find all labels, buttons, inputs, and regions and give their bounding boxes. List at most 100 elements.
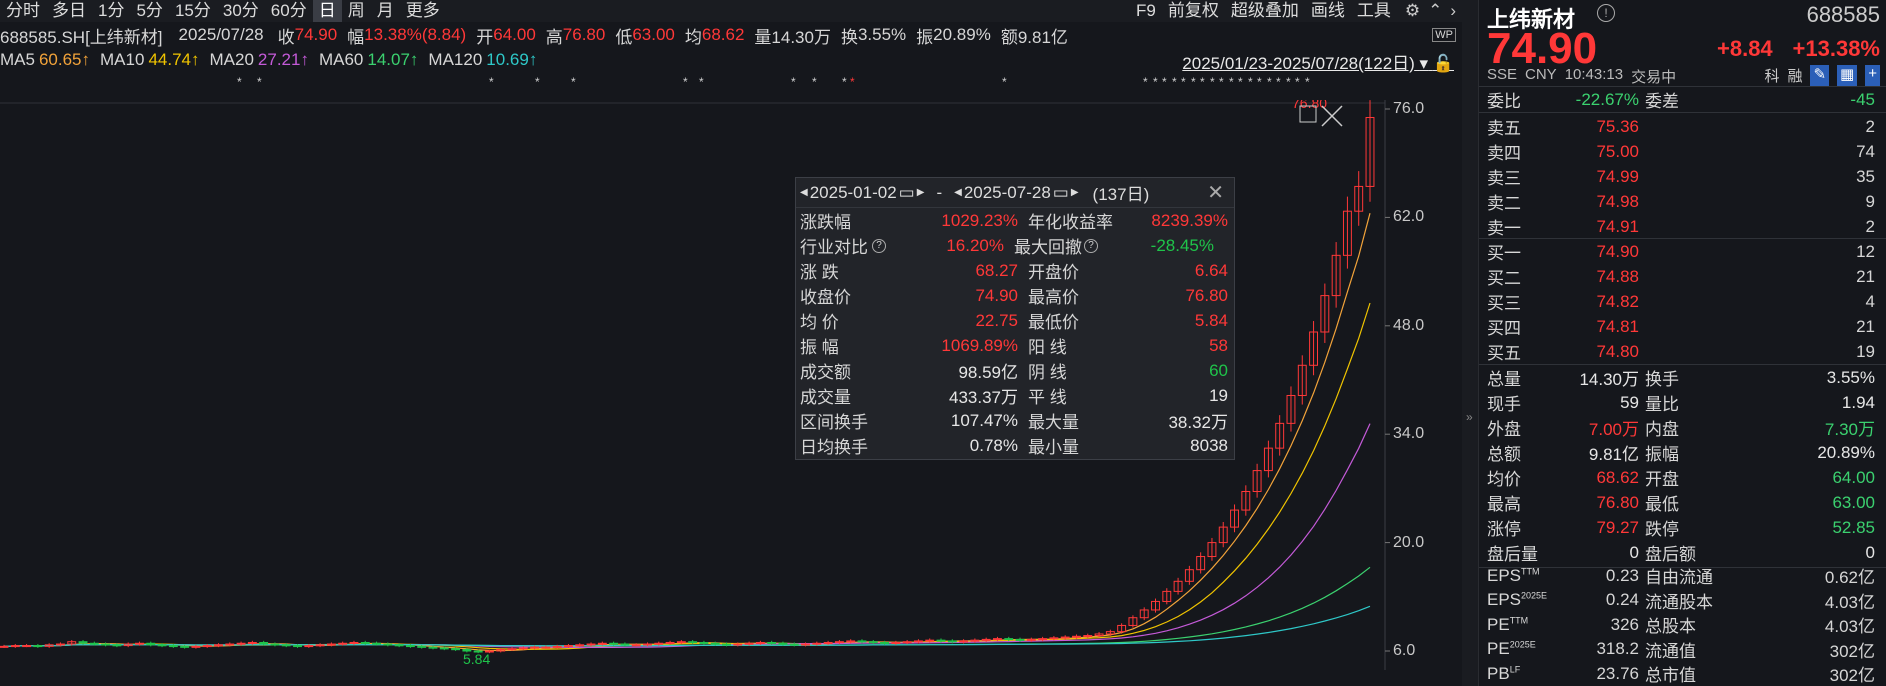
add-icon[interactable]: + [1865, 65, 1880, 86]
period-tab[interactable]: 月 [371, 0, 400, 22]
prev-arrow-icon[interactable]: ◀ [954, 187, 962, 198]
panel-divider[interactable]: » [1462, 0, 1478, 686]
event-star[interactable]: * [683, 75, 688, 89]
event-star[interactable]: * [237, 75, 242, 89]
date-to[interactable]: 2025-07-28 [964, 183, 1051, 203]
close-x-icon[interactable] [1321, 105, 1343, 127]
event-star[interactable]: * [1257, 75, 1262, 89]
wp-icon[interactable]: WP [1432, 28, 1456, 42]
event-star[interactable]: * [1305, 75, 1310, 89]
candle [857, 640, 867, 643]
ask-row[interactable]: 卖三 74.99 35 [1479, 164, 1886, 189]
event-star[interactable]: * [1200, 75, 1205, 89]
date-range-selector[interactable]: 2025/01/23-2025/07/28(122日) ▾ 🔓 [1182, 49, 1454, 74]
event-star[interactable]: * [1210, 75, 1215, 89]
level-volume: 21 [1856, 266, 1875, 286]
event-star[interactable]: * [842, 75, 847, 89]
event-star[interactable]: * [850, 75, 855, 89]
event-star[interactable]: * [1172, 75, 1177, 89]
candle [394, 644, 404, 647]
bid-row[interactable]: 买二 74.88 21 [1479, 264, 1886, 289]
toolbar-button[interactable]: 画线 [1305, 0, 1351, 22]
event-star[interactable]: * [812, 75, 817, 89]
bid-row[interactable]: 买四 74.81 21 [1479, 314, 1886, 339]
event-star[interactable]: * [1267, 75, 1272, 89]
calendar-icon[interactable]: ▭ [899, 183, 915, 203]
toolbar-button[interactable]: 工具 [1351, 0, 1397, 22]
settings-icon[interactable]: ⚙ [1405, 1, 1420, 21]
toolbar-button[interactable]: 超级叠加 [1225, 0, 1305, 22]
event-star[interactable]: * [571, 75, 576, 89]
level-price: 74.88 [1596, 266, 1639, 286]
event-star[interactable]: * [1295, 75, 1300, 89]
tab-rong[interactable]: 融 [1787, 65, 1802, 86]
stat-label: 开盘价 [1028, 263, 1079, 282]
event-star[interactable]: * [1162, 75, 1167, 89]
tab-ke[interactable]: 科 [1764, 65, 1779, 86]
next-arrow-icon[interactable]: ▶ [1071, 187, 1079, 198]
event-star[interactable]: * [1248, 75, 1253, 89]
toolbar-button[interactable]: F9 [1130, 0, 1162, 22]
event-star[interactable]: * [489, 75, 494, 89]
stat-label: 平 线 [1028, 388, 1067, 407]
event-star[interactable]: * [257, 75, 262, 89]
stat-label: 年化收益率 [1028, 213, 1113, 232]
close-icon[interactable]: ✕ [1207, 180, 1224, 205]
calendar-icon[interactable]: ▭ [1053, 183, 1069, 203]
candle [360, 641, 370, 644]
period-tab[interactable]: 60分 [265, 0, 313, 22]
info-icon[interactable]: ! [1597, 4, 1615, 22]
kline-chart[interactable]: 76.80 5.84 [0, 100, 1462, 680]
collapse-icon[interactable]: ⌃ [1428, 1, 1442, 21]
candle [936, 639, 946, 642]
event-star[interactable]: * [1286, 75, 1291, 89]
period-tab[interactable]: 30分 [217, 0, 265, 22]
stat-value: 0 [1865, 542, 1875, 562]
ask-row[interactable]: 卖一 74.91 2 [1479, 214, 1886, 239]
period-tab[interactable]: 多日 [46, 0, 92, 22]
toolbar-button[interactable]: 前复权 [1162, 0, 1225, 22]
event-star[interactable]: * [699, 75, 704, 89]
help-icon[interactable]: ? [1084, 238, 1098, 253]
stat-label: 涨停 [1487, 520, 1521, 539]
stats-row: 涨 跌 68.27 开盘价 6.64 [796, 258, 1234, 283]
next-arrow-icon[interactable]: ▶ [917, 187, 925, 198]
help-icon[interactable]: ? [872, 238, 886, 253]
event-star[interactable]: * [1191, 75, 1196, 89]
y-tick-label: 76.0 [1393, 100, 1425, 117]
event-star[interactable]: * [1143, 75, 1148, 89]
event-star[interactable]: * [1002, 75, 1007, 89]
expand-icon[interactable]: » [1466, 410, 1473, 424]
open-label: 开 [476, 27, 494, 47]
event-star[interactable]: * [535, 75, 540, 89]
prev-arrow-icon[interactable]: ◀ [800, 187, 808, 198]
bid-row[interactable]: 买五 74.80 19 [1479, 339, 1886, 364]
date-from[interactable]: 2025-01-02 [810, 183, 897, 203]
edit-icon[interactable]: ✎ [1810, 65, 1830, 86]
event-star[interactable]: * [1153, 75, 1158, 89]
period-tab[interactable]: 日 [312, 0, 342, 22]
bid-row[interactable]: 买三 74.82 4 [1479, 289, 1886, 314]
event-star[interactable]: * [1219, 75, 1224, 89]
turn-label: 换 [840, 27, 858, 47]
chevron-right-icon[interactable]: › [1450, 1, 1456, 21]
period-tab[interactable]: 5分 [130, 0, 168, 22]
stat-value: 60 [1209, 360, 1228, 380]
event-star[interactable]: * [1238, 75, 1243, 89]
event-star[interactable]: * [791, 75, 796, 89]
period-tab[interactable]: 分时 [0, 0, 46, 22]
period-tab[interactable]: 1分 [92, 0, 130, 22]
grid-icon[interactable]: ▦ [1837, 65, 1858, 86]
stat-label: 振幅 [1645, 445, 1679, 464]
bid-row[interactable]: 买一 74.90 12 [1479, 239, 1886, 264]
period-tab[interactable]: 更多 [400, 0, 446, 22]
ask-row[interactable]: 卖五 75.36 2 [1479, 114, 1886, 139]
ask-row[interactable]: 卖二 74.98 9 [1479, 189, 1886, 214]
period-tab[interactable]: 周 [342, 0, 371, 22]
stat-value: 68.62 [1596, 467, 1639, 487]
ask-row[interactable]: 卖四 75.00 74 [1479, 139, 1886, 164]
event-star[interactable]: * [1181, 75, 1186, 89]
event-star[interactable]: * [1276, 75, 1281, 89]
period-tab[interactable]: 15分 [169, 0, 217, 22]
event-star[interactable]: * [1229, 75, 1234, 89]
